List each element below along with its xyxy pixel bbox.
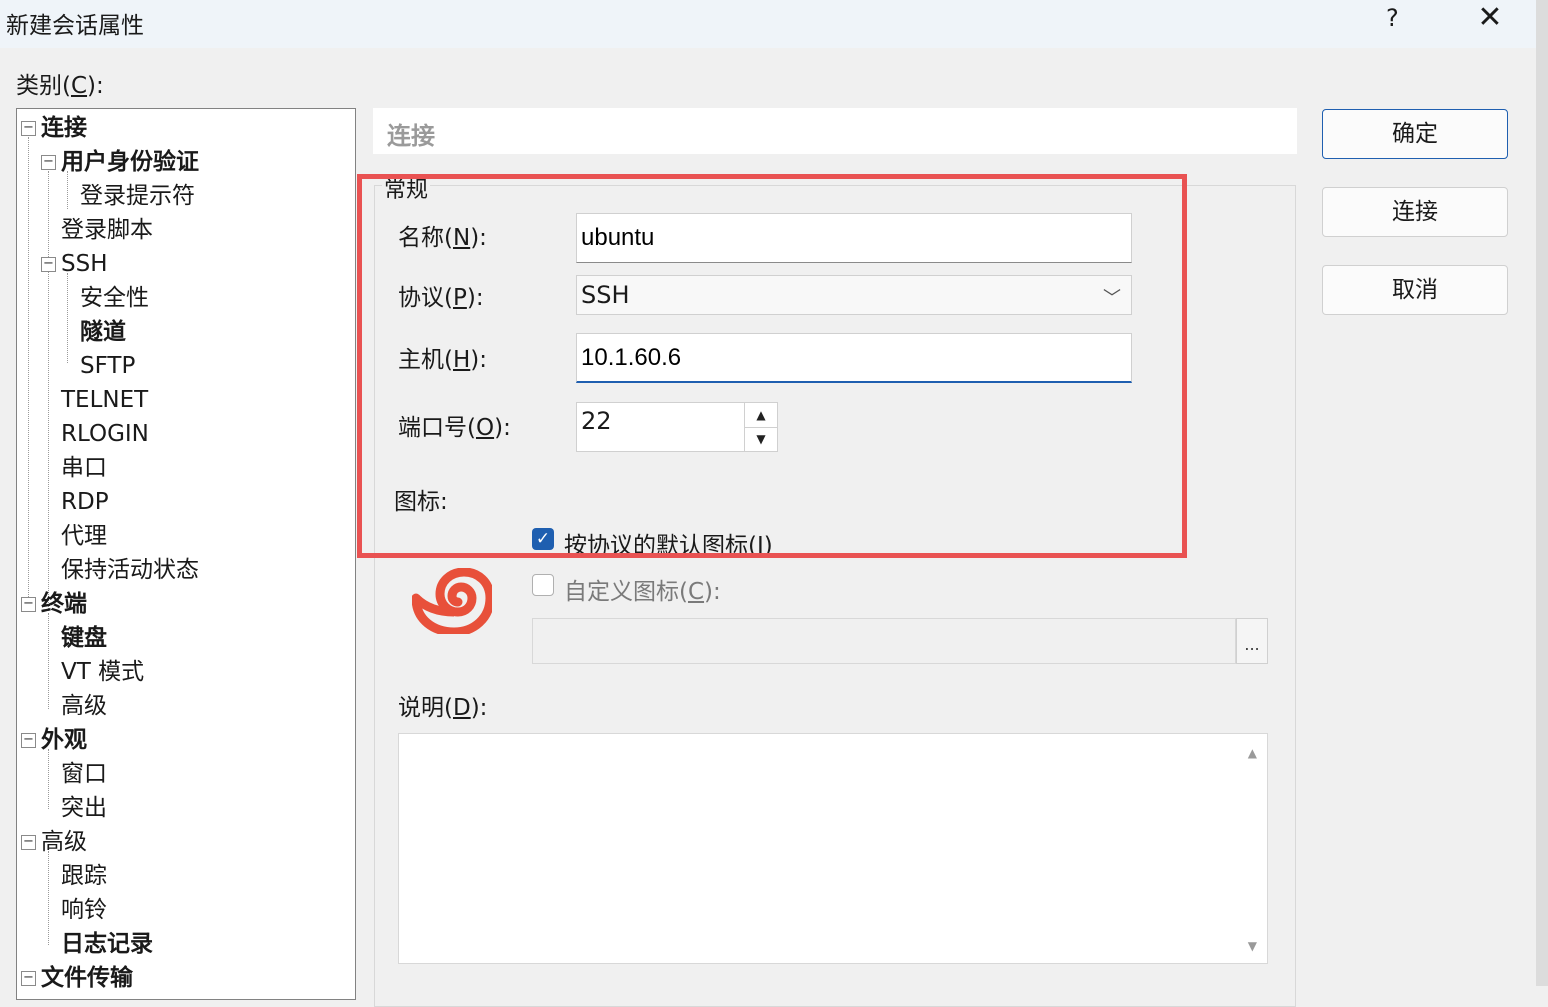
- spin-up-icon[interactable]: ▲: [745, 403, 777, 428]
- category-label: 类别(C):: [16, 73, 104, 99]
- connect-button[interactable]: 连接: [1322, 187, 1508, 237]
- tree-item-bell[interactable]: 响铃: [61, 894, 107, 926]
- tree-item-keyboard[interactable]: 键盘: [61, 622, 107, 654]
- tree-connector: [48, 171, 49, 611]
- tree-item-proxy[interactable]: 代理: [61, 520, 107, 552]
- tree-item-security[interactable]: 安全性: [80, 282, 149, 314]
- tree-item-window[interactable]: 窗口: [61, 758, 107, 790]
- tree-item-tunneling[interactable]: 隧道: [80, 316, 126, 348]
- expand-toggle-icon[interactable]: −: [41, 155, 56, 170]
- custom-icon-label: 自定义图标(C):: [564, 579, 721, 605]
- name-field[interactable]: [576, 213, 1132, 263]
- tree-item-advanced[interactable]: 高级: [41, 826, 87, 858]
- window-border: [1536, 0, 1548, 986]
- tree-item-login-prompts[interactable]: 登录提示符: [80, 180, 195, 212]
- tree-item-terminal-advanced[interactable]: 高级: [61, 690, 107, 722]
- port-value[interactable]: 22: [581, 407, 612, 435]
- expand-toggle-icon[interactable]: −: [21, 835, 36, 850]
- expand-toggle-icon[interactable]: −: [41, 257, 56, 272]
- panel-header-title: 连接: [387, 122, 435, 150]
- tree-connector: [28, 137, 29, 607]
- scroll-down-icon[interactable]: ▼: [1248, 939, 1257, 953]
- tree-connector: [48, 749, 49, 809]
- spin-down-icon[interactable]: ▼: [745, 427, 777, 451]
- expand-toggle-icon[interactable]: −: [21, 733, 36, 748]
- custom-icon-path-field: [532, 618, 1236, 664]
- tree-item-appearance[interactable]: 外观: [41, 724, 87, 756]
- tree-item-ssh[interactable]: SSH: [61, 248, 108, 280]
- general-group-title: 常规: [382, 172, 431, 204]
- tree-connector: [48, 851, 49, 945]
- icon-label: 图标:: [394, 489, 448, 515]
- category-tree[interactable]: − − − − − − − 连接 用户身份验证 登录提示符 登录脚本 SSH 安…: [16, 108, 356, 1000]
- ok-button[interactable]: 确定: [1322, 109, 1508, 159]
- close-button[interactable]: ✕: [1470, 0, 1510, 35]
- session-protocol-icon: [412, 568, 492, 634]
- expand-toggle-icon[interactable]: −: [21, 971, 36, 986]
- tree-item-terminal[interactable]: 终端: [41, 588, 87, 620]
- tree-item-serial[interactable]: 串口: [61, 452, 107, 484]
- tree-item-highlight[interactable]: 突出: [61, 792, 107, 824]
- tree-item-vt-mode[interactable]: VT 模式: [61, 656, 144, 688]
- tree-item-rdp[interactable]: RDP: [61, 486, 109, 518]
- tree-item-rlogin[interactable]: RLOGIN: [61, 418, 149, 450]
- chevron-down-icon: ﹀: [1103, 288, 1121, 309]
- tree-item-connection[interactable]: 连接: [41, 112, 87, 144]
- tree-item-telnet[interactable]: TELNET: [61, 384, 148, 416]
- port-stepper[interactable]: 22 ▲ ▼: [576, 402, 778, 452]
- tree-item-sftp[interactable]: SFTP: [80, 350, 135, 382]
- default-icon-checkbox[interactable]: ✓: [532, 528, 554, 550]
- tree-connector: [48, 613, 49, 709]
- window-title: 新建会话属性: [6, 13, 144, 39]
- port-spin-buttons: ▲ ▼: [744, 403, 777, 451]
- expand-toggle-icon[interactable]: −: [21, 121, 36, 136]
- cancel-button[interactable]: 取消: [1322, 265, 1508, 315]
- tree-item-login-script[interactable]: 登录脚本: [61, 214, 153, 246]
- host-field[interactable]: [576, 333, 1132, 383]
- port-label: 端口号(O):: [398, 415, 511, 441]
- expand-toggle-icon[interactable]: −: [21, 597, 36, 612]
- host-label: 主机(H):: [398, 347, 488, 373]
- protocol-select[interactable]: SSH ﹀: [576, 275, 1132, 315]
- tree-item-trace[interactable]: 跟踪: [61, 860, 107, 892]
- tree-item-file-transfer[interactable]: 文件传输: [41, 962, 133, 994]
- protocol-label: 协议(P):: [398, 285, 484, 311]
- description-textarea[interactable]: ▲ ▼: [398, 733, 1268, 964]
- custom-icon-checkbox[interactable]: [532, 574, 554, 596]
- browse-icon-button: ...: [1236, 618, 1268, 664]
- protocol-value: SSH: [581, 281, 630, 309]
- scroll-up-icon[interactable]: ▲: [1248, 746, 1257, 760]
- tree-connector: [67, 273, 68, 363]
- name-label: 名称(N):: [398, 225, 487, 251]
- panel-header: 连接: [373, 108, 1297, 154]
- help-button[interactable]: ?: [1386, 4, 1399, 32]
- description-label: 说明(D):: [398, 695, 488, 721]
- tree-item-user-auth[interactable]: 用户身份验证: [61, 146, 199, 178]
- tree-item-keepalive[interactable]: 保持活动状态: [61, 554, 199, 586]
- tree-item-logging[interactable]: 日志记录: [61, 928, 153, 960]
- default-icon-label: 按协议的默认图标(I): [564, 533, 773, 559]
- title-bar: 新建会话属性 ? ✕: [0, 0, 1536, 48]
